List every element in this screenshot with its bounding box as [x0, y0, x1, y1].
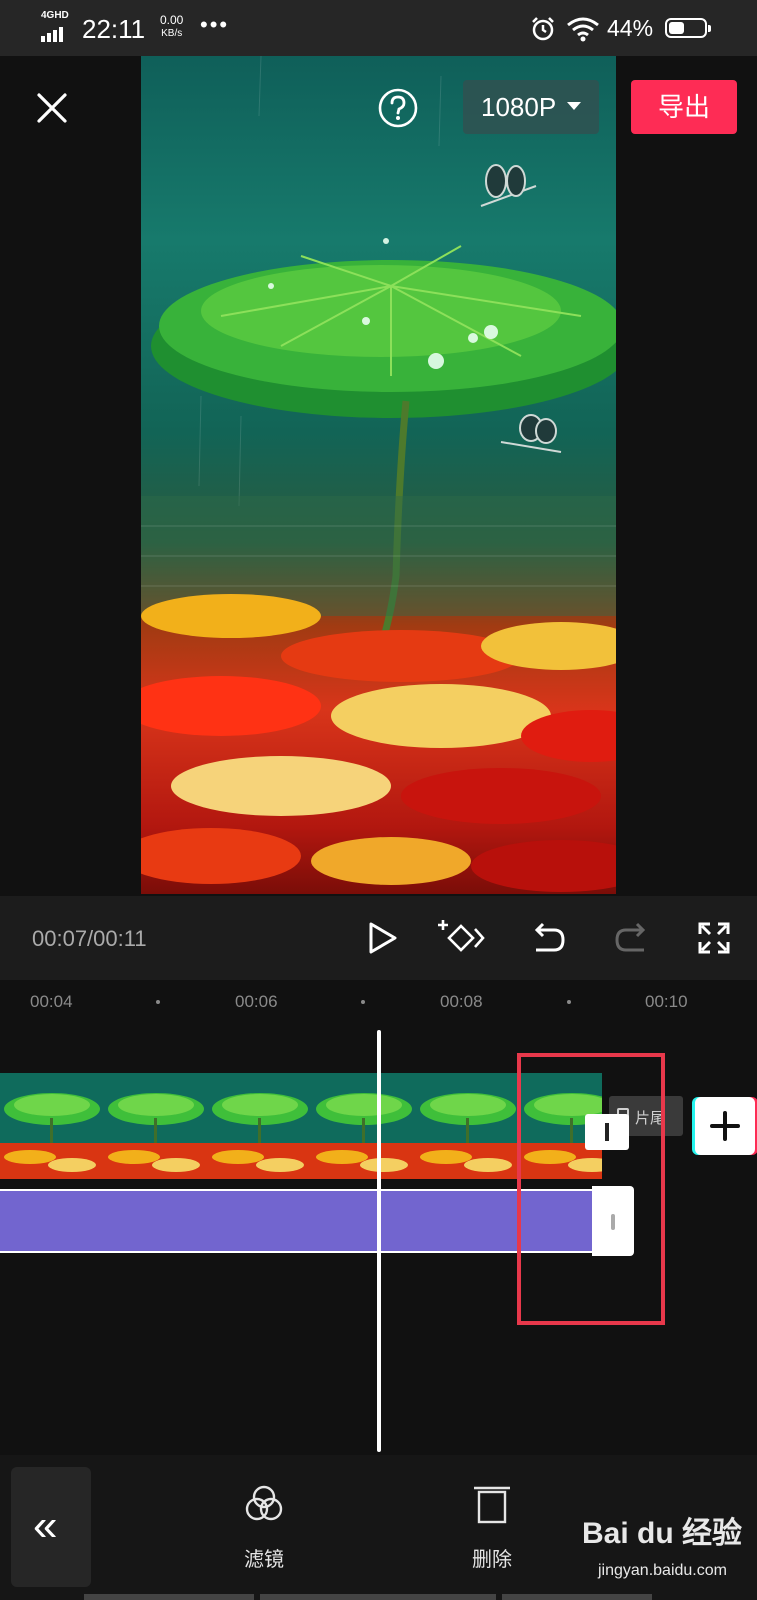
network-speed-value: 0.00 — [160, 13, 184, 27]
filter-label: 滤镜 — [244, 1549, 284, 1571]
play-icon[interactable] — [362, 918, 402, 958]
wifi-icon — [567, 17, 599, 42]
delete-label: 删除 — [472, 1549, 512, 1571]
toolbar-divider — [84, 1594, 254, 1600]
video-thumbnail — [0, 1073, 104, 1179]
ruler-tick: 00:06 — [235, 992, 278, 1011]
annotation-highlight-box — [517, 1053, 665, 1325]
playhead[interactable] — [377, 1030, 381, 1452]
video-thumbnail — [104, 1073, 208, 1179]
resolution-dropdown[interactable]: 1080P — [463, 80, 599, 134]
double-chevron-left-icon: « — [33, 1501, 58, 1550]
network-type: 4GHD — [41, 10, 69, 21]
back-button[interactable]: « — [11, 1467, 91, 1587]
help-icon[interactable] — [378, 88, 418, 128]
audio-track[interactable] — [0, 1189, 593, 1253]
toolbar-divider — [502, 1594, 652, 1600]
undo-icon[interactable] — [528, 918, 568, 958]
video-thumbnail — [312, 1073, 416, 1179]
watermark-brand: Bai du 经验 — [582, 1517, 743, 1550]
video-thumbnails — [0, 1073, 602, 1179]
add-clip-button[interactable] — [695, 1097, 755, 1155]
watermark-site: jingyan.baidu.com — [598, 1562, 727, 1579]
redo-icon[interactable] — [612, 918, 652, 958]
playback-timecode: 00:07/00:11 — [32, 926, 147, 951]
status-time: 22:11 — [82, 14, 146, 44]
close-icon[interactable] — [32, 88, 72, 128]
ruler-dot — [156, 1000, 160, 1004]
delete-button[interactable]: 删除 — [442, 1482, 542, 1572]
video-clip-track[interactable] — [0, 1073, 602, 1179]
filter-icon — [245, 1485, 283, 1521]
ruler-dot — [567, 1000, 571, 1004]
preview-artwork — [141, 56, 616, 892]
ruler-tick: 00:08 — [440, 992, 483, 1011]
battery-percent: 44% — [607, 15, 654, 41]
ruler-tick: 00:04 — [30, 992, 73, 1011]
filter-button[interactable]: 滤镜 — [214, 1482, 314, 1572]
network-speed: 0.00 KB/s — [160, 14, 183, 40]
export-button[interactable]: 导出 — [631, 80, 737, 134]
status-bar: 4GHD 22:11 0.00 KB/s ••• 44% — [0, 0, 757, 56]
toolbar-divider — [260, 1594, 496, 1600]
keyframe-icon[interactable] — [437, 918, 487, 958]
delete-icon — [474, 1486, 510, 1524]
battery-fill — [669, 22, 684, 34]
network-speed-unit: KB/s — [161, 28, 183, 39]
more-notifications-icon: ••• — [200, 12, 230, 37]
fullscreen-icon[interactable] — [694, 918, 734, 958]
video-preview[interactable] — [141, 56, 616, 894]
caret-down-icon — [567, 102, 581, 110]
alarm-icon — [532, 17, 554, 41]
video-thumbnail — [416, 1073, 520, 1179]
signal-icon — [41, 24, 65, 42]
ruler-dot — [361, 1000, 365, 1004]
resolution-value: 1080P — [481, 92, 557, 122]
battery-icon — [665, 18, 711, 38]
baidu-watermark: Bai du 经验 jingyan.baidu.com — [582, 1508, 757, 1600]
video-thumbnail — [208, 1073, 312, 1179]
ruler-tick: 00:10 — [645, 992, 688, 1011]
